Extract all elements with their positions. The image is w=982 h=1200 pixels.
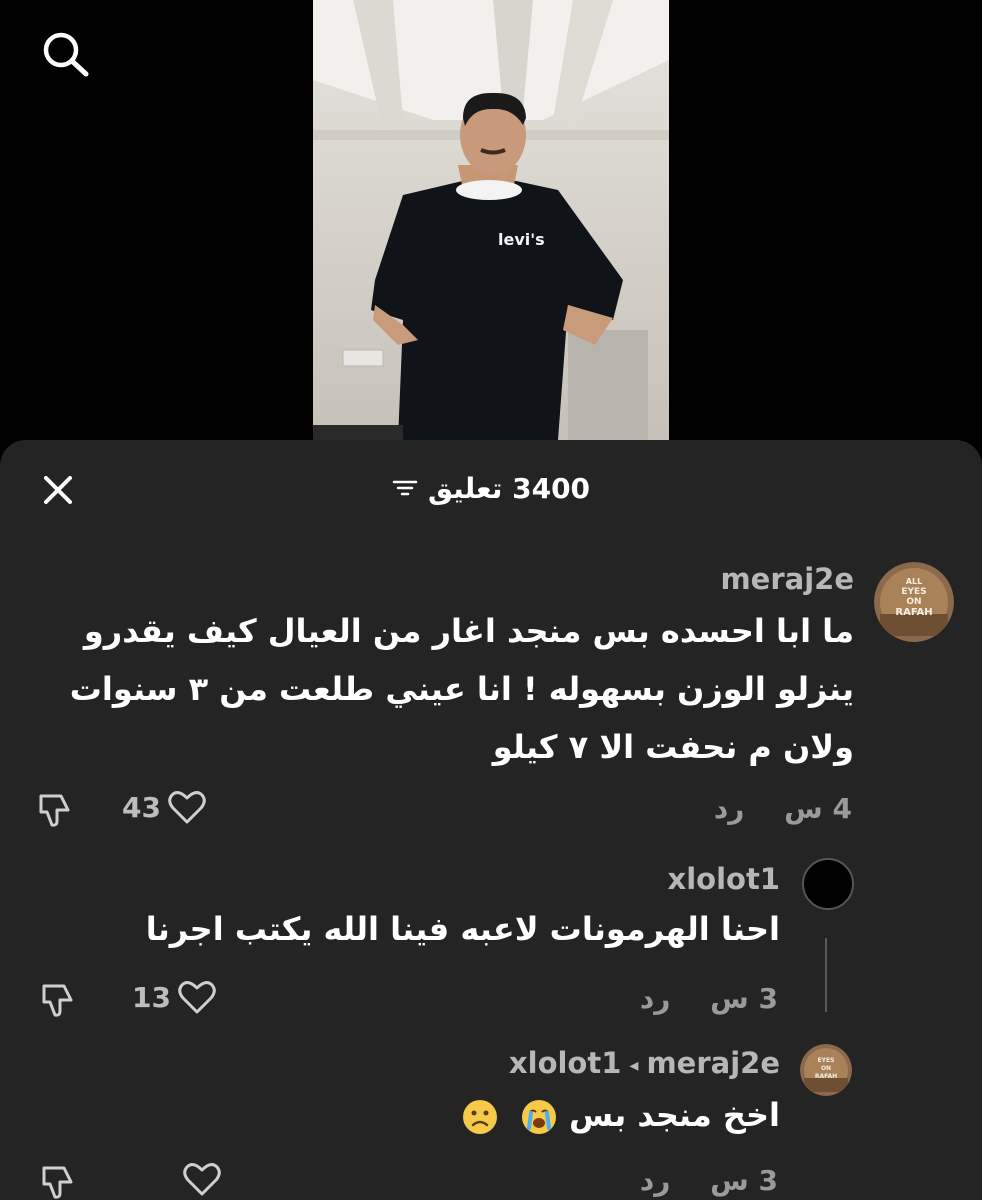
comment-time: 3 س	[710, 982, 778, 1015]
comment-text-content: اخخ منجد بس	[568, 1096, 780, 1134]
reply-username[interactable]: xlolot1	[509, 1046, 621, 1080]
avatar-image: EYES ON RAFAH	[800, 1044, 852, 1096]
crying-emoji-icon	[521, 1100, 556, 1134]
avatar[interactable]: EYES ON RAFAH	[800, 1044, 852, 1096]
dislike-button[interactable]	[38, 1162, 78, 1200]
search-icon	[43, 32, 89, 77]
comment-count: 3400 تعليق	[427, 471, 591, 505]
avatar-image: ALL EYES ON RAFAH	[874, 562, 954, 642]
dislike-icon	[42, 1166, 73, 1199]
comment-time: 4 س	[784, 792, 852, 825]
comment-meta: 3 س رد	[640, 1164, 778, 1197]
sad-face-emoji-icon	[462, 1100, 497, 1134]
comments-header: 3400 تعليق	[0, 466, 982, 510]
reply-caret-icon: ◂	[629, 1054, 639, 1076]
comment-text: ما ابا احسده بس منجد اغار من العيال كيف …	[69, 612, 854, 766]
shirt-logo: levi's	[498, 230, 545, 249]
comments-sheet: 3400 تعليق ALL EYES ON RAFAH meraj2e ما …	[0, 440, 982, 1200]
comment-meta: 4 س رد	[714, 792, 852, 825]
svg-text:ALL: ALL	[906, 577, 922, 586]
reply-button[interactable]: رد	[640, 1164, 671, 1197]
dislike-button[interactable]	[38, 980, 78, 1020]
reply-button[interactable]: رد	[714, 792, 745, 825]
like-button[interactable]: 43	[122, 788, 207, 826]
like-count: 43	[122, 790, 161, 824]
thread-line	[825, 938, 827, 1012]
comment-username[interactable]: xlolot1	[668, 862, 780, 896]
svg-text:ON: ON	[906, 597, 921, 607]
search-button[interactable]	[36, 26, 96, 82]
like-button[interactable]: 13	[132, 978, 217, 1016]
video-player[interactable]: levi's	[313, 0, 669, 440]
comment-time: 3 س	[710, 1164, 778, 1197]
dislike-button[interactable]	[35, 790, 75, 830]
avatar[interactable]	[802, 858, 854, 910]
replied-to-username[interactable]: meraj2e	[646, 1046, 780, 1080]
heart-icon	[183, 1163, 221, 1196]
svg-text:EYES: EYES	[901, 587, 926, 597]
heart-icon	[178, 981, 216, 1014]
svg-text:ON: ON	[821, 1065, 831, 1072]
comment-meta: 3 س رد	[640, 982, 778, 1015]
like-count: 13	[132, 980, 171, 1014]
dislike-icon	[42, 984, 73, 1017]
comment-text: احنا الهرمونات لاعبه فينا الله يكتب اجرن…	[145, 910, 780, 948]
svg-text:RAFAH: RAFAH	[895, 607, 932, 618]
dislike-icon	[39, 794, 70, 827]
comment-username[interactable]: meraj2e	[720, 562, 854, 596]
comment-text: اخخ منجد بس	[60, 1086, 780, 1144]
heart-icon	[168, 791, 206, 824]
svg-text:EYES: EYES	[818, 1057, 835, 1064]
avatar[interactable]: ALL EYES ON RAFAH	[874, 562, 954, 642]
comment-username[interactable]: xlolot1 ◂ meraj2e	[509, 1046, 780, 1080]
video-frame: levi's	[313, 0, 669, 440]
svg-text:RAFAH: RAFAH	[815, 1073, 837, 1080]
sort-filter-icon[interactable]	[392, 478, 418, 498]
like-button[interactable]	[176, 1160, 222, 1198]
reply-button[interactable]: رد	[640, 982, 671, 1015]
